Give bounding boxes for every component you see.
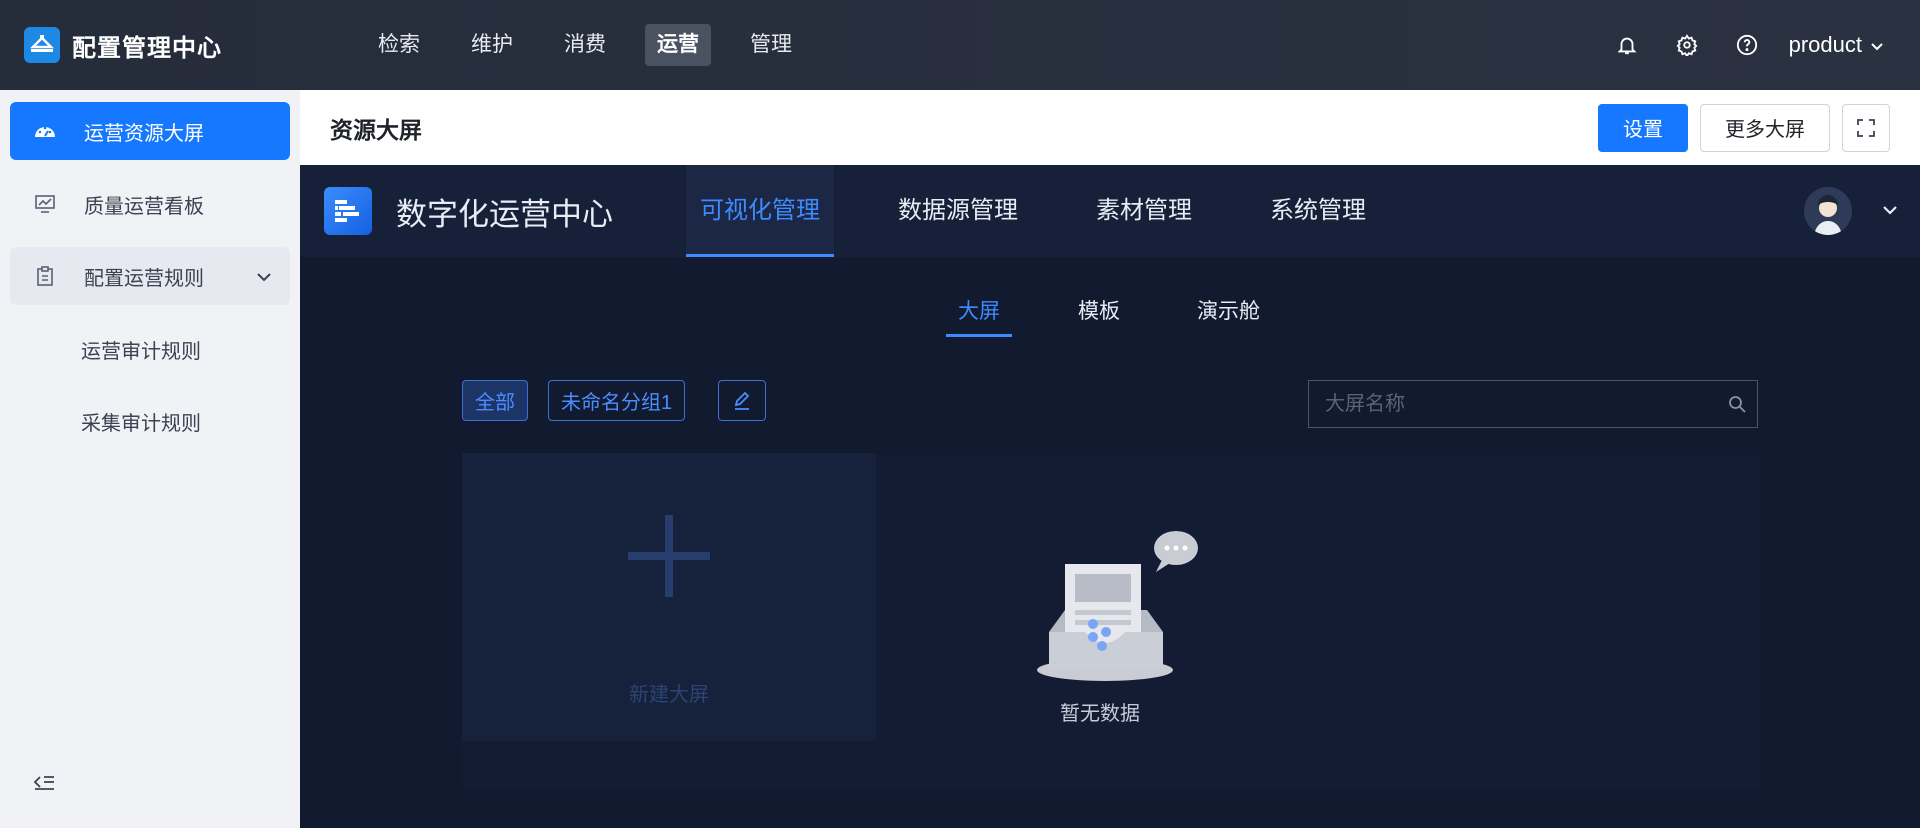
chevron-down-icon xyxy=(1870,32,1884,58)
empty-state-illustration xyxy=(1035,530,1205,695)
settings-button[interactable]: 设置 xyxy=(1598,103,1688,152)
help-icon[interactable] xyxy=(1717,24,1777,66)
embed-menu-assets[interactable]: 素材管理 xyxy=(1082,165,1206,257)
screen-search xyxy=(1308,380,1758,428)
app-title: 配置管理中心 xyxy=(72,34,222,62)
embed-nav: 数字化运营中心 可视化管理 数据源管理 素材管理 系统管理 xyxy=(300,165,1920,257)
chevron-down-icon xyxy=(256,265,272,288)
embed-menu-datasource[interactable]: 数据源管理 xyxy=(884,165,1032,257)
collapse-sidebar-icon[interactable] xyxy=(33,772,57,796)
embedded-dashboard: 数字化运营中心 可视化管理 数据源管理 素材管理 系统管理 大屏 模板 演示舱 … xyxy=(300,165,1920,828)
topnav-item-maintain[interactable]: 维护 xyxy=(459,24,525,66)
monitor-chart-icon xyxy=(34,193,56,215)
page-title: 资源大屏 xyxy=(330,116,422,143)
sidebar-item-resource-screen[interactable]: 运营资源大屏 xyxy=(10,102,290,160)
avatar[interactable] xyxy=(1804,187,1852,235)
embed-user xyxy=(1804,187,1898,235)
sidebar-item-label: 配置运营规则 xyxy=(84,267,204,290)
embed-title: 数字化运营中心 xyxy=(396,196,613,232)
embed-menu-system[interactable]: 系统管理 xyxy=(1256,165,1380,257)
chevron-down-icon[interactable] xyxy=(1882,202,1898,220)
tab-screens[interactable]: 大屏 xyxy=(946,295,1012,337)
empty-state-text: 暂无数据 xyxy=(1060,703,1140,725)
topbar-actions: product xyxy=(1597,24,1884,66)
search-icon[interactable] xyxy=(1717,395,1757,413)
app-logo-icon xyxy=(24,27,60,63)
topnav-item-consume[interactable]: 消费 xyxy=(552,24,618,66)
gear-icon[interactable] xyxy=(1657,24,1717,66)
sidebar-subitem-audit-rules[interactable]: 运营审计规则 xyxy=(81,335,201,364)
topnav-item-search[interactable]: 检索 xyxy=(366,24,432,66)
top-bar: 配置管理中心 检索 维护 消费 运营 管理 product xyxy=(0,0,1920,90)
topnav-item-operations[interactable]: 运营 xyxy=(645,24,711,66)
plus-icon xyxy=(628,515,710,597)
more-screens-button[interactable]: 更多大屏 xyxy=(1700,103,1830,152)
sidebar: 运营资源大屏 质量运营看板 配置运营规则 运营审计规则 采集审计规则 xyxy=(0,90,300,828)
embed-menu-visual[interactable]: 可视化管理 xyxy=(686,165,834,257)
bell-icon[interactable] xyxy=(1597,24,1657,66)
page-actions: 设置 更多大屏 xyxy=(1586,103,1890,152)
group-chip-unnamed[interactable]: 未命名分组1 xyxy=(548,380,686,421)
new-screen-card[interactable]: 新建大屏 xyxy=(462,453,876,741)
embed-logo-icon xyxy=(324,187,372,235)
group-chip-all[interactable]: 全部 xyxy=(462,380,528,421)
user-name: product xyxy=(1788,32,1862,57)
search-input[interactable] xyxy=(1309,381,1717,427)
topnav-item-manage[interactable]: 管理 xyxy=(738,24,804,66)
fullscreen-icon[interactable] xyxy=(1842,103,1890,152)
new-screen-label: 新建大屏 xyxy=(629,684,709,706)
page-header: 资源大屏 设置 更多大屏 xyxy=(300,90,1920,165)
sidebar-subitem-collect-rules[interactable]: 采集审计规则 xyxy=(81,407,201,436)
brand[interactable]: 配置管理中心 xyxy=(24,27,334,63)
tab-demo-cabin[interactable]: 演示舱 xyxy=(1197,295,1260,337)
sidebar-item-config-rules[interactable]: 配置运营规则 xyxy=(10,247,290,305)
top-nav: 检索 维护 消费 运营 管理 xyxy=(366,24,831,66)
embed-menu: 可视化管理 数据源管理 素材管理 系统管理 xyxy=(686,165,1430,257)
user-menu[interactable]: product xyxy=(1789,32,1884,58)
sidebar-item-quality-board[interactable]: 质量运营看板 xyxy=(10,175,290,233)
screen-tabs: 大屏 模板 演示舱 xyxy=(300,295,1920,345)
tab-templates[interactable]: 模板 xyxy=(1078,295,1120,337)
sidebar-item-label: 运营资源大屏 xyxy=(84,122,204,145)
sidebar-item-label: 质量运营看板 xyxy=(84,195,204,218)
clipboard-icon xyxy=(34,265,56,287)
dashboard-icon xyxy=(34,120,56,142)
edit-group-icon[interactable] xyxy=(718,380,766,421)
